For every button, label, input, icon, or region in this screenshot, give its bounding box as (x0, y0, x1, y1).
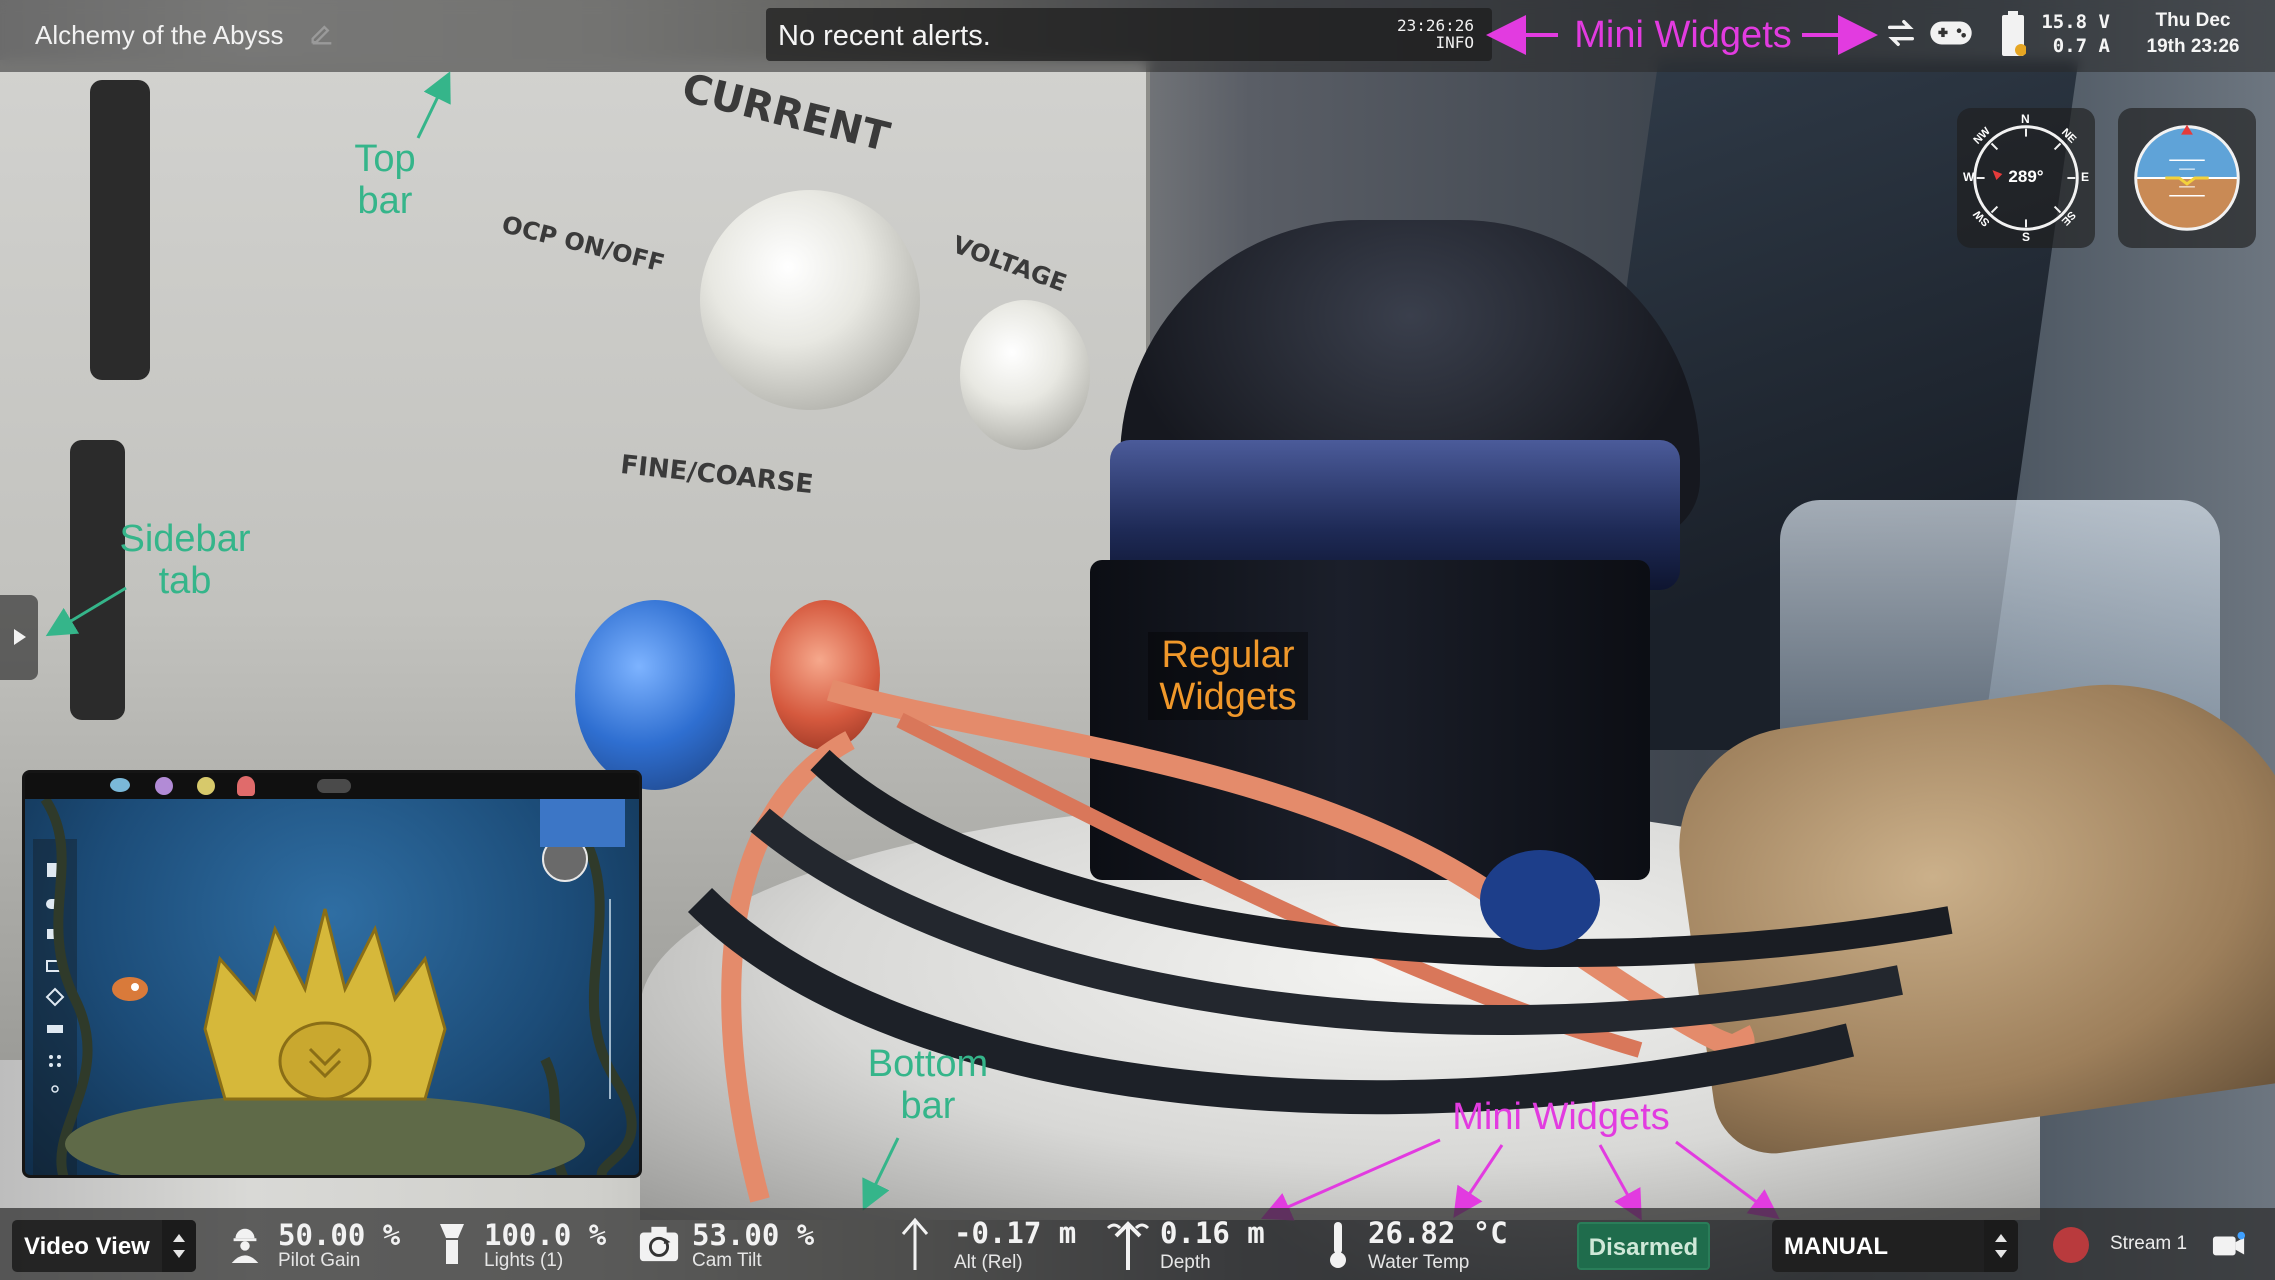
secondary-video-widget[interactable] (22, 770, 642, 1178)
annotation-bottom-bar: Bottom bar (848, 1043, 1008, 1127)
battery-icon[interactable] (2000, 10, 2026, 58)
chevron-right-icon (14, 629, 26, 645)
camera-notch-icon (317, 779, 351, 793)
gamepad-icon[interactable] (1928, 14, 1974, 52)
water-temp-value: 26.82 °C (1368, 1216, 1508, 1250)
clock-day: Thu Dec (2155, 10, 2231, 31)
creature-icon (197, 777, 215, 795)
top-bar: Alchemy of the Abyss No recent alerts. 2… (0, 0, 2275, 72)
pilot-gain-widget[interactable]: 50.00 % Pilot Gain (226, 1208, 406, 1280)
annotation-text: Bottom (867, 1043, 989, 1085)
fish-icon (110, 778, 130, 792)
annotation-text: Sidebar (119, 518, 251, 560)
cam-tilt-value: 53.00 % (692, 1218, 815, 1252)
secondary-video-topbar (25, 773, 639, 799)
annotation-text: Widgets (1159, 676, 1297, 718)
chevron-updown-icon (1995, 1234, 2007, 1258)
view-selector-stepper[interactable] (162, 1220, 196, 1272)
lights-label: Lights (1) (484, 1250, 564, 1271)
record-button[interactable] (2053, 1227, 2089, 1263)
annotation-text: tab (158, 560, 212, 602)
lights-value: 100.0 % (484, 1218, 607, 1252)
annotation-text: Regular (1161, 634, 1295, 676)
pilot-icon (231, 1228, 259, 1263)
stream-name: Stream 1 (2110, 1233, 2188, 1254)
annotation-mini-widgets-top: Mini Widgets (1574, 14, 1792, 56)
underwater-scene (25, 799, 639, 1175)
annotation-sidebar-tab: Sidebar tab (100, 518, 270, 602)
flashlight-icon (440, 1224, 464, 1264)
depth-widget[interactable]: 0.16 m Depth (1104, 1208, 1284, 1280)
flight-mode-value: MANUAL (1784, 1233, 1888, 1260)
water-temp-label: Water Temp (1368, 1252, 1470, 1273)
attitude-widget[interactable] (2118, 108, 2256, 248)
cam-tilt-label: Cam Tilt (692, 1250, 762, 1271)
thermometer-icon (1330, 1222, 1346, 1268)
annotation-top-bar: Top bar (320, 138, 450, 222)
depth-icon (1106, 1221, 1150, 1270)
alert-timestamp: 23:26:26 INFO (1397, 17, 1474, 51)
pilot-gain-label: Pilot Gain (278, 1250, 361, 1271)
alert-widget[interactable]: No recent alerts. 23:26:26 INFO (766, 8, 1492, 61)
compass-label-n: N (2021, 112, 2030, 126)
flight-mode-selector[interactable]: MANUAL (1772, 1220, 2018, 1272)
chevron-updown-icon (173, 1234, 185, 1258)
lights-widget[interactable]: 100.0 % Lights (1) (438, 1208, 618, 1280)
arm-disarm-button[interactable]: Disarmed (1577, 1222, 1710, 1270)
flight-mode-stepper[interactable] (1984, 1220, 2018, 1272)
water-temp-widget[interactable]: 26.82 °C Water Temp (1326, 1208, 1526, 1280)
creature-icon (237, 776, 255, 796)
swap-arrows-icon[interactable] (1884, 16, 1918, 50)
view-selector[interactable]: Video View (12, 1220, 196, 1272)
sidebar-tab[interactable] (0, 595, 38, 680)
depth-value: 0.16 m (1160, 1216, 1265, 1250)
battery-voltage: 15.8 V (2041, 11, 2110, 33)
cam-tilt-widget[interactable]: 53.00 % Cam Tilt (638, 1208, 818, 1280)
pilot-gain-value: 50.00 % (278, 1218, 401, 1252)
altitude-value: -0.17 m (954, 1216, 1077, 1250)
edit-icon[interactable] (308, 20, 336, 48)
altitude-label: Alt (Rel) (954, 1252, 1023, 1273)
alert-text: No recent alerts. (778, 20, 991, 52)
compass-label-s: S (2022, 230, 2031, 244)
clock-time: 19th 23:26 (2146, 36, 2240, 57)
compass-widget[interactable]: N NE E SE S SW W NW 289° (1957, 108, 2095, 248)
creature-icon (155, 777, 173, 795)
alert-level: INFO (1435, 33, 1474, 52)
attitude-indicator (2134, 124, 2240, 231)
clock-widget: Thu Dec 19th 23:26 (2134, 8, 2252, 60)
annotation-mini-widgets-bottom: Mini Widgets (1452, 1096, 1670, 1138)
compass-heading: 289° (2008, 167, 2044, 186)
battery-current: 0.7 A (2052, 35, 2110, 57)
arrow-up-icon (901, 1217, 929, 1270)
annotation-text: bar (900, 1085, 956, 1127)
battery-readout: 15.8 V 0.7 A (2040, 10, 2110, 58)
video-camera-icon[interactable] (2212, 1230, 2246, 1260)
mission-name: Alchemy of the Abyss (35, 20, 284, 50)
annotation-text: bar (357, 180, 413, 222)
camera-rotate-icon (639, 1226, 679, 1262)
underwater-art (40, 799, 637, 1175)
arm-state-label: Disarmed (1588, 1234, 1699, 1261)
alert-time: 23:26:26 (1396, 16, 1474, 35)
view-selector-value: Video View (24, 1233, 150, 1260)
altitude-widget[interactable]: -0.17 m Alt (Rel) (900, 1208, 1090, 1280)
bottom-bar: Video View 50.00 % Pilot Gain 100.0 % Li… (0, 1208, 2275, 1280)
annotation-regular-widgets: Regular Widgets (1148, 632, 1308, 720)
annotation-text: Top (354, 138, 416, 180)
depth-label: Depth (1160, 1252, 1211, 1273)
